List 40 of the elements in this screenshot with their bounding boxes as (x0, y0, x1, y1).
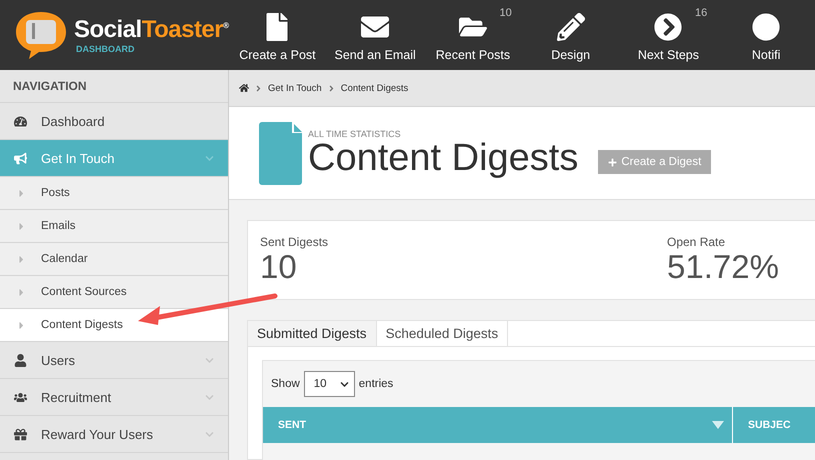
entries-label: entries (358, 378, 394, 390)
top-nav-item[interactable]: Send an Email (326, 8, 424, 62)
stat-value: 51.72% (667, 249, 780, 286)
show-label: Show (271, 378, 300, 390)
sidebar-subitem[interactable]: Emails (0, 210, 228, 243)
users-icon (14, 390, 27, 404)
page-eyebrow: ALL TIME STATISTICS (308, 129, 402, 140)
circle-icon (752, 12, 780, 40)
document-icon (259, 122, 302, 185)
sidebar-subitem[interactable]: Posts (0, 177, 228, 210)
entries-select[interactable]: 10 (304, 371, 355, 397)
count-label: 10 (500, 6, 512, 18)
sidebar-subitem[interactable]: Content Digests (0, 309, 228, 342)
chevron-right-icon (254, 84, 263, 93)
home-icon[interactable] (239, 83, 249, 94)
top-nav-item[interactable]: Notifi (717, 8, 815, 62)
brand-name: SocialToaster$^{®}$ (74, 16, 229, 44)
chevron-down-icon (340, 380, 349, 388)
plus-icon (608, 158, 618, 167)
top-nav-item[interactable]: Next Steps 16 (620, 8, 718, 62)
dashboard-subtitle: DASHBOARD (76, 44, 136, 54)
breadcrumb-link[interactable]: Content Digests (340, 82, 408, 94)
stat-label: Open Rate (667, 235, 726, 249)
gift-icon (14, 428, 27, 440)
gauge-icon (14, 114, 27, 128)
stat-label: Sent Digests (260, 235, 330, 249)
top-nav-item[interactable]: Design (522, 8, 620, 62)
top-nav-item[interactable]: Recent Posts 10 (424, 8, 522, 62)
toaster-logo-icon (14, 10, 68, 60)
tab[interactable]: Submitted Digests (248, 321, 377, 346)
count-label: 16 (695, 6, 708, 18)
megaphone-icon (14, 152, 27, 164)
user-icon (14, 354, 27, 366)
sidebar-subitem[interactable]: Content Sources (0, 276, 228, 309)
breadcrumb-link[interactable]: Get In Touch (268, 82, 322, 94)
pencil-icon (556, 12, 585, 40)
page-title: Content Digests (308, 139, 578, 178)
top-nav-item[interactable]: Create a Post (228, 8, 326, 62)
stat-value: 10 (260, 249, 297, 286)
sidebar-subitem[interactable]: Calendar (0, 243, 228, 276)
